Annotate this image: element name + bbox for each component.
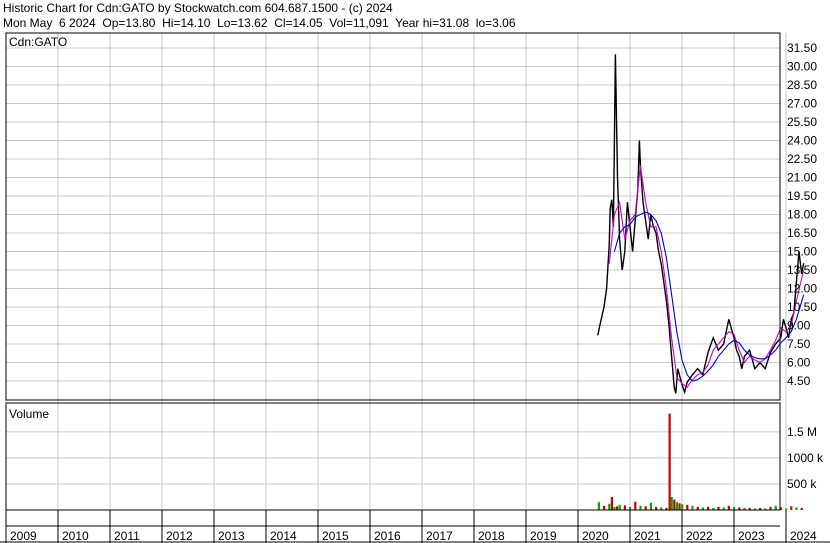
- volume-bar: [639, 505, 642, 510]
- price-tick-label: 22.50: [787, 152, 817, 166]
- volume-bar: [610, 496, 613, 510]
- year-tick-label: 2018: [478, 529, 505, 543]
- year-tick-label: 2012: [166, 529, 193, 543]
- price-grid: [6, 47, 780, 382]
- year-tick-label: 2013: [218, 529, 245, 543]
- price-tick-label: 4.50: [787, 374, 811, 388]
- price-tick-label: 27.00: [787, 97, 817, 111]
- price-tick-label: 7.50: [787, 337, 811, 351]
- long-moving-average-line: [613, 211, 805, 382]
- volume-bar: [603, 505, 606, 510]
- volume-bar: [795, 507, 798, 510]
- price-tick-label: 9.00: [787, 319, 811, 333]
- volume-bars: [597, 413, 803, 510]
- year-tick-label: 2022: [686, 529, 713, 543]
- year-tick-label: 2010: [62, 529, 89, 543]
- year-tick-label: 2015: [322, 529, 349, 543]
- price-tick-label: 13.50: [787, 263, 817, 277]
- volume-bar: [634, 501, 637, 510]
- price-tick-label: 19.50: [787, 189, 817, 203]
- year-tick-label: 2023: [738, 529, 765, 543]
- volume-bar: [616, 506, 619, 510]
- volume-panel-label: Volume: [9, 407, 49, 421]
- price-tick-label: 16.50: [787, 226, 817, 240]
- year-tick-label: 2017: [426, 529, 453, 543]
- volume-bar: [673, 499, 676, 510]
- price-panel-frame: [5, 32, 781, 401]
- volume-bar: [785, 508, 788, 510]
- price-tick-label: 30.00: [787, 60, 817, 74]
- volume-bar: [675, 502, 678, 510]
- year-tick-label: 2016: [374, 529, 401, 543]
- year-tick-label: 2020: [582, 529, 609, 543]
- volume-tick-label: 1000 k: [787, 451, 824, 465]
- short-moving-average-line: [608, 165, 805, 388]
- volume-bar: [727, 505, 730, 510]
- price-tick-label: 12.00: [787, 282, 817, 296]
- volume-bar: [686, 504, 689, 510]
- volume-panel-frame: [5, 402, 781, 511]
- price-series: [597, 54, 805, 395]
- price-tick-label: 31.50: [787, 41, 817, 55]
- volume-tick-labels: 1.5 M 1000 k 500 k: [787, 425, 824, 491]
- year-tick-label: 2024: [790, 529, 817, 543]
- volume-bar: [670, 496, 673, 510]
- year-tick-label: 2011: [114, 529, 140, 543]
- price-tick-label: 21.00: [787, 171, 817, 185]
- volume-bar: [774, 505, 777, 510]
- volume-bar: [649, 502, 652, 510]
- year-tick-label: 2019: [530, 529, 557, 543]
- volume-bar: [608, 503, 611, 510]
- year-tick-labels: 2009 2010 2011 2012 2013 2014 2015 2016 2017 2018…: [10, 529, 817, 543]
- price-tick-label: 10.50: [787, 300, 817, 314]
- price-panel-label: Cdn:GATO: [9, 35, 67, 49]
- volume-bar: [618, 504, 621, 510]
- volume-bar: [597, 502, 600, 510]
- price-tick-label: 25.50: [787, 115, 817, 129]
- volume-bar: [800, 507, 803, 510]
- volume-bar: [790, 506, 793, 510]
- volume-bar: [644, 506, 647, 510]
- price-tick-label: 15.00: [787, 245, 817, 259]
- price-tick-label: 6.00: [787, 356, 811, 370]
- volume-bar: [681, 504, 684, 510]
- volume-grid: [6, 431, 780, 485]
- volume-bar: [623, 505, 626, 510]
- volume-tick-label: 1.5 M: [787, 425, 817, 439]
- volume-tick-label: 500 k: [787, 477, 817, 491]
- year-tick-label: 2009: [10, 529, 37, 543]
- price-tick-labels: 31.50 30.00 28.50 27.00 25.50 24.00 22.50 21.00…: [787, 41, 817, 388]
- year-tick-label: 2021: [634, 529, 661, 543]
- volume-bar: [668, 413, 671, 510]
- volume-bar: [691, 505, 694, 510]
- price-tick-label: 18.00: [787, 208, 817, 222]
- volume-bar: [678, 503, 681, 510]
- year-tick-label: 2014: [270, 529, 297, 543]
- price-tick-label: 24.00: [787, 134, 817, 148]
- price-tick-label: 28.50: [787, 78, 817, 92]
- historic-chart: Cdn:GATO Volume 31.50 30.00 28.50 27.00 25.5…: [0, 32, 830, 543]
